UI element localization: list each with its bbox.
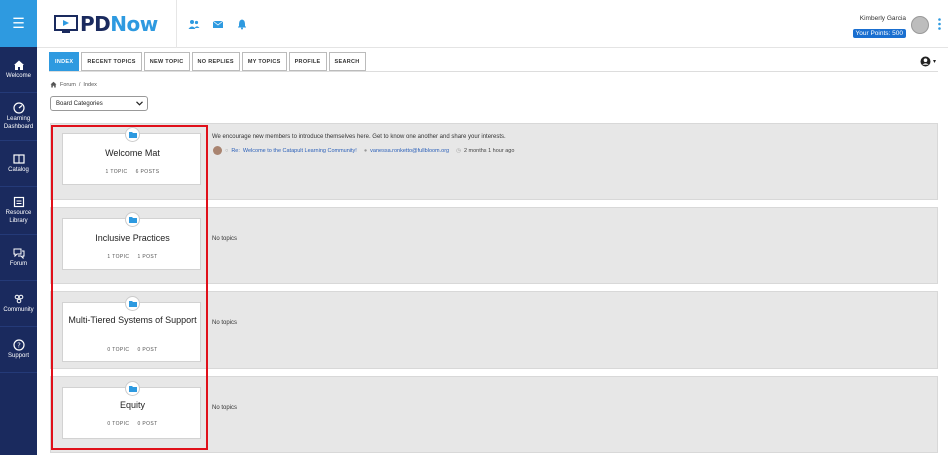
post-count: 6 POSTS [135, 169, 160, 175]
sidebar-item-catalog[interactable]: Catalog [0, 141, 37, 187]
sidebar-item-label: Learning Dashboard [3, 116, 34, 130]
sidebar-item-label: Catalog [8, 166, 29, 173]
reply-icon: ○ [225, 147, 229, 154]
sidebar-item-label: Welcome [6, 72, 31, 79]
select-value: Board Categories [56, 100, 103, 107]
forum-icon [13, 247, 25, 259]
chevron-down-icon [136, 101, 143, 106]
no-topics-text: No topics [212, 405, 238, 411]
folder-icon [125, 296, 140, 311]
tab-recent-topics[interactable]: RECENT TOPICS [81, 52, 142, 71]
sidebar-item-label: Support [7, 352, 29, 359]
header-divider [176, 0, 177, 48]
sidebar-item-label: Community [3, 306, 34, 313]
mail-icon[interactable] [212, 17, 224, 29]
sidebar-item-community[interactable]: Community [0, 281, 37, 327]
tab-divider [49, 71, 938, 72]
tab-index[interactable]: INDEX [49, 52, 80, 71]
avatar[interactable] [911, 16, 929, 34]
sidebar-item-label: Resource Library [5, 210, 32, 224]
board-card[interactable]: Inclusive Practices 1 TOPIC 1 POST [62, 212, 202, 270]
users-icon[interactable] [188, 17, 200, 29]
board-card[interactable]: Welcome Mat 1 TOPIC 6 POSTS [62, 127, 202, 185]
folder-icon [125, 212, 140, 227]
last-post-title[interactable]: Welcome to the Catapult Learning Communi… [243, 148, 357, 154]
top-header: PDNow Kimberly Garcia Your Points: 500 [37, 0, 948, 48]
sidebar-item-support[interactable]: ? Support [0, 327, 37, 373]
board-description: We encourage new members to introduce th… [212, 134, 506, 140]
sidebar-item-welcome[interactable]: Welcome [0, 47, 37, 93]
home-icon [13, 59, 25, 71]
tab-search[interactable]: SEARCH [328, 52, 366, 71]
last-post: ○ Re: Welcome to the Catapult Learning C… [213, 146, 514, 155]
last-post-prefix[interactable]: Re: [231, 148, 240, 154]
board-title[interactable]: Inclusive Practices [63, 233, 202, 244]
chevron-down-icon: ▾ [932, 59, 936, 65]
tab-profile[interactable]: PROFILE [288, 52, 327, 71]
svg-text:?: ? [17, 341, 21, 349]
tab-my-topics[interactable]: MY TOPICS [241, 52, 287, 71]
topic-count: 1 TOPIC [105, 169, 128, 175]
board-card[interactable]: Equity 0 TOPIC 0 POST [62, 381, 202, 439]
avatar [213, 146, 222, 155]
help-icon: ? [12, 339, 25, 351]
kebab-menu-icon[interactable] [938, 18, 941, 30]
board-row-mtss: Multi-Tiered Systems of Support 0 TOPIC 0… [50, 291, 938, 369]
board-row-equity: Equity 0 TOPIC 0 POST No topics [50, 376, 938, 453]
sidebar-item-label: Forum [9, 260, 28, 267]
post-count: 0 POST [137, 421, 158, 427]
forum-tabs: INDEX RECENT TOPICS NEW TOPIC NO REPLIES… [49, 52, 366, 71]
sidebar-item-forum[interactable]: Forum [0, 235, 37, 281]
logo-text-pd: PD [80, 12, 111, 36]
bell-icon[interactable] [236, 17, 248, 30]
logo-text-now: Now [110, 12, 158, 36]
board-row-inclusive-practices: Inclusive Practices 1 TOPIC 1 POST No top… [50, 207, 938, 284]
user-icon: ● [363, 147, 368, 154]
folder-icon [125, 127, 140, 142]
last-post-time: 2 months 1 hour ago [463, 147, 515, 154]
no-topics-text: No topics [212, 236, 238, 242]
sidebar: ☰ Welcome Learning Dashboard Catalog Res… [0, 0, 37, 455]
sidebar-item-resource-library[interactable]: Resource Library [0, 187, 37, 235]
community-icon [13, 293, 25, 305]
breadcrumb: Forum / Index [50, 81, 97, 88]
folder-icon [125, 381, 140, 396]
board-categories-select[interactable]: Board Categories [50, 96, 148, 111]
post-count: 0 POST [137, 347, 158, 353]
user-circle-icon [920, 56, 931, 67]
topic-count: 0 TOPIC [107, 421, 130, 427]
dashboard-icon [12, 102, 25, 114]
user-name: Kimberly Garcia [859, 15, 906, 22]
tab-new-topic[interactable]: NEW TOPIC [143, 52, 190, 71]
board-title[interactable]: Welcome Mat [63, 148, 202, 159]
breadcrumb-forum-link[interactable]: Forum [60, 82, 76, 88]
topic-count: 1 TOPIC [107, 254, 130, 260]
post-count: 1 POST [137, 254, 158, 260]
board-card[interactable]: Multi-Tiered Systems of Support 0 TOPIC 0… [62, 296, 202, 362]
home-icon [50, 81, 57, 88]
library-icon [13, 196, 25, 208]
pdnow-logo[interactable]: PDNow [54, 12, 158, 36]
board-title[interactable]: Equity [63, 400, 202, 411]
clock-icon: ◷ [456, 147, 461, 154]
points-badge: Your Points: 500 [852, 29, 906, 38]
breadcrumb-separator: / [78, 81, 81, 88]
sidebar-item-learning-dashboard[interactable]: Learning Dashboard [0, 93, 37, 141]
last-post-author[interactable]: vanessa.ronketto@fullbloom.org [370, 148, 449, 154]
board-title[interactable]: Multi-Tiered Systems of Support [63, 315, 202, 326]
user-info[interactable]: Kimberly Garcia Your Points: 500 [852, 15, 906, 40]
monitor-icon [54, 14, 78, 33]
tab-no-replies[interactable]: NO REPLIES [191, 52, 240, 71]
board-row-welcome-mat: Welcome Mat 1 TOPIC 6 POSTS We encourage … [50, 123, 938, 200]
topic-count: 0 TOPIC [107, 347, 130, 353]
breadcrumb-current: Index [83, 81, 97, 88]
account-menu[interactable]: ▾ [920, 56, 936, 67]
no-topics-text: No topics [212, 320, 238, 326]
book-icon [12, 153, 25, 165]
hamburger-icon[interactable]: ☰ [0, 0, 37, 47]
